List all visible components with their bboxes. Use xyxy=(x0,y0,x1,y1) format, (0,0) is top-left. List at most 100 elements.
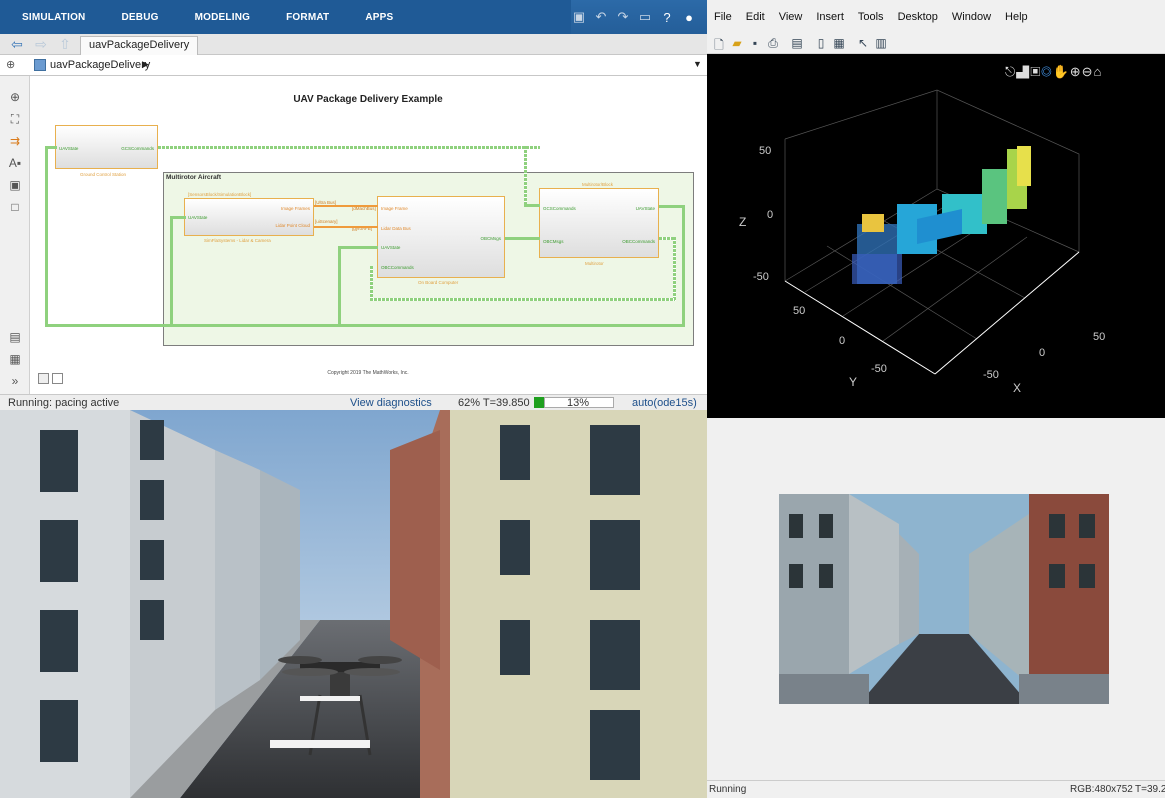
sensor-name: SimFlaSystems - Lidar & Camera xyxy=(204,238,271,243)
colorbar-icon[interactable]: ▯ xyxy=(813,36,829,50)
save-icon[interactable]: ▪ xyxy=(747,36,763,50)
hierarchy-icon[interactable] xyxy=(38,373,49,384)
z-label: Z xyxy=(739,215,746,229)
menu-desktop[interactable]: Desktop xyxy=(891,11,945,23)
property-editor-icon[interactable]: ▥ xyxy=(873,36,889,50)
arrow-icon[interactable]: ⇉ xyxy=(6,134,24,150)
link-icon[interactable]: ▤ xyxy=(789,36,805,50)
menu-edit[interactable]: Edit xyxy=(739,11,772,23)
forward-arrow-icon[interactable]: ⇨ xyxy=(32,36,50,53)
onboard-computer-block[interactable]: Image Frame Lidar Data Bus UAVState OBCC… xyxy=(377,196,505,278)
port-uavstate-sensor: UAVState xyxy=(188,215,208,220)
camera-viewer xyxy=(707,418,1165,780)
area-icon[interactable]: □ xyxy=(6,200,24,216)
simulink-status-bar: Running: pacing active View diagnostics … xyxy=(0,394,707,410)
port-lidar-data: Lidar Data Bus xyxy=(381,226,411,231)
pointer-icon[interactable]: ↖ xyxy=(855,36,871,50)
signal-obc-feed xyxy=(338,246,341,326)
path-arrow-icon[interactable]: ▶ xyxy=(142,59,149,70)
tab-format[interactable]: FORMAT xyxy=(264,12,343,23)
camera-frame xyxy=(779,494,1109,704)
redo-icon[interactable]: ↷ xyxy=(615,9,631,25)
model-tab-row: ⇦ ⇨ ⇧ uavPackageDelivery xyxy=(0,34,707,55)
dropdown-icon[interactable]: ▼ xyxy=(693,59,702,69)
signal-uavstate-bottom xyxy=(45,324,685,327)
sensor-top-label: [SensorsBlock/SimulationBlock] xyxy=(188,192,252,197)
collapse-icon[interactable] xyxy=(52,373,63,384)
port-gcscommands-in: GCSCommands xyxy=(543,206,576,211)
annotation-icon[interactable]: A▪ xyxy=(6,156,24,172)
undo-icon[interactable]: ↶ xyxy=(593,9,609,25)
multirotor-block[interactable]: GCSCommands OBCMsgs UAVState OBCCommands xyxy=(539,188,659,258)
copyright-text: Copyright 2019 The MathWorks, Inc. xyxy=(327,370,409,376)
ribbon-bar: SIMULATION DEBUG MODELING FORMAT APPS ▣ … xyxy=(0,0,707,34)
model-icon xyxy=(34,59,46,71)
menu-file[interactable]: File xyxy=(707,11,739,23)
y-tick-50: 50 xyxy=(793,305,805,317)
image-icon[interactable]: ▣ xyxy=(6,178,24,194)
back-arrow-icon[interactable]: ⇦ xyxy=(8,36,26,53)
port-lidar: Lidar Point Cloud xyxy=(275,223,310,228)
signal-sensor-feed xyxy=(170,216,173,326)
address-path[interactable]: uavPackageDelivery xyxy=(50,59,150,71)
menu-insert[interactable]: Insert xyxy=(809,11,851,23)
sensor-block[interactable]: UAVState Image Frames Lidar Point Cloud xyxy=(184,198,314,236)
sim-percent: 13% xyxy=(567,397,590,409)
subsystem-label: Multirotor Aircraft xyxy=(166,174,222,181)
print-icon[interactable]: ⎙ xyxy=(765,36,781,51)
onboard-computer-name: On Board Computer xyxy=(418,280,459,285)
legend-icon[interactable]: ▦ xyxy=(831,36,847,50)
viewer-run-status: Running xyxy=(709,784,747,795)
tab-simulation[interactable]: SIMULATION xyxy=(0,12,99,23)
port-image-frames: Image Frames xyxy=(280,206,310,211)
signal-uavstate-gcs xyxy=(45,146,57,149)
zoom-icon[interactable]: ⊕ xyxy=(6,90,24,106)
viewer-resolution: RGB:480x752 xyxy=(1070,784,1133,795)
x-tick-0: 0 xyxy=(1039,347,1045,359)
signal-uavstate-down xyxy=(682,205,685,325)
menu-tools[interactable]: Tools xyxy=(851,11,891,23)
menu-view[interactable]: View xyxy=(772,11,810,23)
open-icon[interactable]: ▰ xyxy=(729,36,745,50)
model-tab[interactable]: uavPackageDelivery xyxy=(80,36,199,55)
help-icon[interactable]: ? xyxy=(659,10,675,25)
view-diagnostics-link[interactable]: View diagnostics xyxy=(350,397,432,409)
multirotor-name: Multirotor xyxy=(585,261,604,266)
bus-lidar xyxy=(314,226,378,228)
x-label: X xyxy=(1013,381,1021,395)
point-cloud xyxy=(852,146,1031,284)
port-image-frame: Image Frame xyxy=(381,206,408,211)
port-uavstate-out: UAVState xyxy=(635,206,655,211)
lidar-point-cloud-plot[interactable]: ⎋▟▣◎✋⊕⊖⌂ 50 0 -50 Z 50 0 -50 Y 50 0 -50 … xyxy=(707,54,1165,418)
signal-uavstate-left xyxy=(45,146,48,326)
property-icon[interactable]: ▦ xyxy=(6,352,24,368)
y-tick-0: 0 xyxy=(839,335,845,347)
menu-help[interactable]: Help xyxy=(998,11,1035,23)
hide-browser-icon[interactable]: ⊕ xyxy=(6,58,15,71)
fit-icon[interactable]: ⛶ xyxy=(6,112,24,128)
menu-window[interactable]: Window xyxy=(945,11,998,23)
model-canvas[interactable]: UAV Package Delivery Example Multirotor … xyxy=(30,76,706,394)
multirotor-top-label: Multirotor/Block xyxy=(582,182,614,187)
signal-obcmsgs xyxy=(505,237,540,240)
tab-debug[interactable]: DEBUG xyxy=(99,12,172,23)
screen-icon[interactable]: ▭ xyxy=(637,9,653,25)
port-obccommands-out: OBCCommands xyxy=(622,239,655,244)
tab-apps[interactable]: APPS xyxy=(343,12,407,23)
port-uavstate: UAVState xyxy=(59,146,79,151)
tab-modeling[interactable]: MODELING xyxy=(173,12,265,23)
progress-bar-fill xyxy=(534,397,544,408)
save-icon[interactable]: ▣ xyxy=(571,9,587,25)
settings-icon[interactable]: ● xyxy=(681,10,697,25)
signal-sensor-in xyxy=(170,216,186,219)
solver-link[interactable]: auto(ode15s) xyxy=(632,397,697,409)
ground-control-block[interactable]: UAVState GCSCommands xyxy=(55,125,158,169)
signal-obccmd-up xyxy=(370,266,373,300)
expand-icon[interactable]: » xyxy=(6,374,24,390)
screenshot-icon[interactable]: ▤ xyxy=(6,330,24,346)
x-tick-neg50: -50 xyxy=(983,369,999,381)
z-tick-50: 50 xyxy=(759,145,771,157)
y-label: Y xyxy=(849,375,857,389)
right-building xyxy=(450,410,707,798)
up-arrow-icon[interactable]: ⇧ xyxy=(56,36,74,53)
